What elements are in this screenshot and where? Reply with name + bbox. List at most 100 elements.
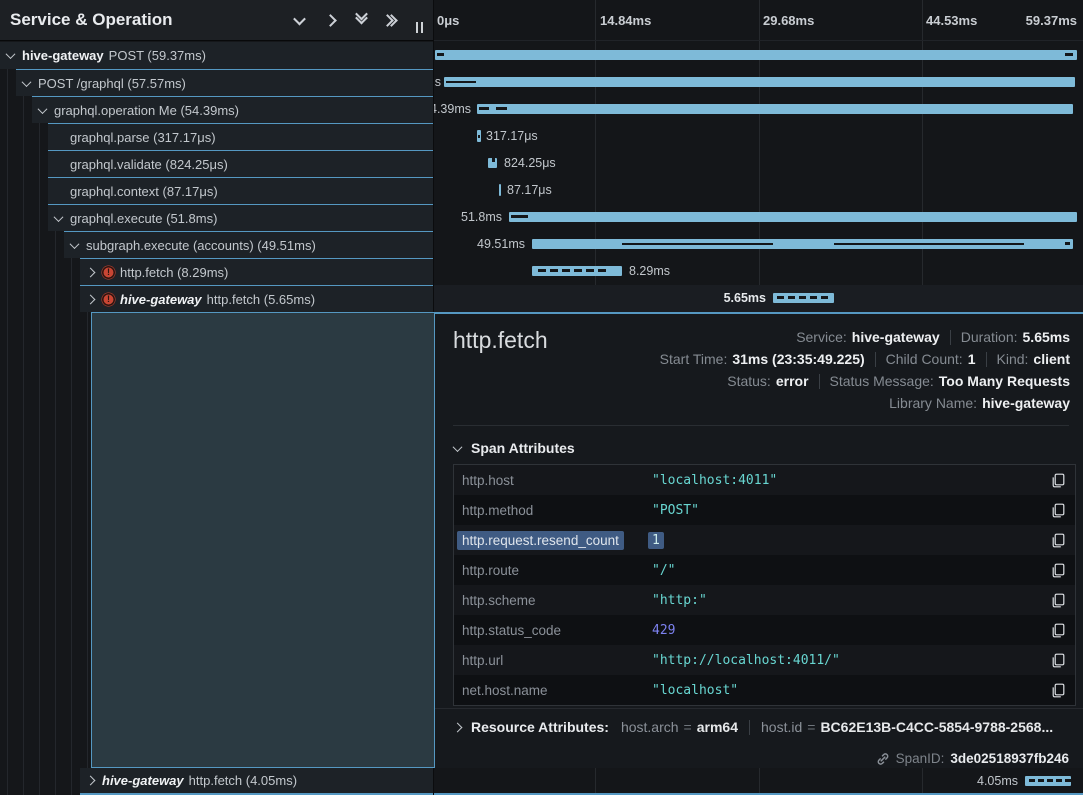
copy-icon[interactable] <box>1041 653 1075 668</box>
span-bar-row[interactable]: 317.17μs <box>434 123 1083 150</box>
drag-handle[interactable] <box>416 22 423 33</box>
span-service: hive-gateway <box>120 292 202 307</box>
span-bar[interactable] <box>1025 776 1071 786</box>
span-bar[interactable] <box>435 50 1077 60</box>
span-bar-row[interactable]: 824.25μs <box>434 150 1083 177</box>
duration-label: 8.29ms <box>629 264 670 278</box>
meta-label: Service: <box>796 329 847 345</box>
meta-label: Status Message: <box>830 373 934 389</box>
equals-sign: = <box>807 719 815 735</box>
span-bar-row[interactable]: 49.51ms <box>434 231 1083 258</box>
resource-attributes-toggle[interactable]: Resource Attributes: host.arch = arm64 h… <box>435 708 1083 735</box>
attribute-key: http.status_code <box>462 623 652 638</box>
span-bar[interactable] <box>444 77 1075 87</box>
span-attributes-table: http.host "localhost:4011" http.method "… <box>453 464 1076 706</box>
span-attributes-title: Span Attributes <box>471 440 575 456</box>
span-bar[interactable] <box>509 212 1077 222</box>
resource-value: BC62E13B-C4CC-5854-9788-2568... <box>820 719 1053 735</box>
tree-row[interactable]: graphql.execute (51.8ms) <box>48 204 433 231</box>
copy-icon[interactable] <box>1041 593 1075 608</box>
link-icon[interactable] <box>876 752 890 766</box>
tree-row[interactable]: http.fetch (8.29ms) <box>80 258 433 285</box>
span-bar-row[interactable]: 8.29ms <box>434 258 1083 285</box>
span-bar-row[interactable]: 57.57ms <box>434 69 1083 96</box>
chevron-right-icon[interactable] <box>321 11 339 29</box>
attribute-value: "localhost:4011" <box>652 473 1041 488</box>
span-bar-row[interactable]: 51.8ms <box>434 204 1083 231</box>
timeline-header: 0μs 14.84ms 29.68ms 44.53ms 59.37ms <box>434 0 1083 41</box>
trace-viewer: 0μs 14.84ms 29.68ms 44.53ms 59.37ms 59.3… <box>0 0 1083 795</box>
span-bar[interactable] <box>488 158 497 168</box>
span-bar[interactable] <box>532 266 622 276</box>
attribute-row: http.status_code 429 <box>454 615 1075 645</box>
double-chevron-right-icon[interactable] <box>383 11 401 29</box>
chevron-down-icon[interactable] <box>20 77 33 90</box>
meta-value: 31ms (23:35:49.225) <box>732 351 864 367</box>
attribute-row: http.url "http://localhost:4011/" <box>454 645 1075 675</box>
tree-row[interactable]: subgraph.execute (accounts) (49.51ms) <box>64 231 433 258</box>
span-bar[interactable] <box>773 293 834 303</box>
chevron-down-icon[interactable] <box>68 239 81 252</box>
span-bar-row[interactable]: 54.39ms <box>434 96 1083 123</box>
chevron-down-icon[interactable] <box>52 212 65 225</box>
tree-row[interactable]: graphql.operation Me (54.39ms) <box>32 96 433 123</box>
duration-label: 5.65ms <box>724 291 766 305</box>
span-attributes-toggle[interactable]: Span Attributes <box>451 440 575 456</box>
tree-row-selected[interactable]: hive-gateway http.fetch (5.65ms) <box>80 285 433 312</box>
attribute-key: http.scheme <box>462 593 652 608</box>
chevron-right-icon[interactable] <box>84 293 97 306</box>
duration-label: 317.17μs <box>486 129 538 143</box>
chevron-down-icon[interactable] <box>36 104 49 117</box>
indent-guide <box>7 42 8 795</box>
duration-label: 57.57ms <box>434 75 441 89</box>
meta-value: 1 <box>968 351 976 367</box>
timeline-pane: 0μs 14.84ms 29.68ms 44.53ms 59.37ms 59.3… <box>434 0 1083 795</box>
chevron-down-icon[interactable] <box>4 49 17 62</box>
span-bar-row[interactable]: 59.37ms <box>434 42 1083 69</box>
span-id-label: SpanID: <box>896 751 945 766</box>
copy-icon[interactable] <box>1041 683 1075 698</box>
copy-icon[interactable] <box>1041 503 1075 518</box>
attribute-row: net.host.name "localhost" <box>454 675 1075 705</box>
tree-header-title: Service & Operation <box>0 10 290 30</box>
attribute-value: "POST" <box>652 503 1041 518</box>
duration-label: 51.8ms <box>461 210 502 224</box>
copy-icon[interactable] <box>1041 473 1075 488</box>
equals-sign: = <box>684 719 692 735</box>
tree-row[interactable]: POST /graphql (57.57ms) <box>16 69 433 96</box>
tree-header: Service & Operation <box>0 0 433 41</box>
copy-icon[interactable] <box>1041 533 1075 548</box>
tree-row[interactable]: graphql.validate (824.25μs) <box>48 150 433 177</box>
span-bar[interactable] <box>477 104 1073 114</box>
tree-row[interactable]: graphql.parse (317.17μs) <box>48 123 433 150</box>
span-bar[interactable] <box>532 239 1073 249</box>
attribute-key: http.url <box>462 653 652 668</box>
attribute-row-selected: http.request.resend_count 1 <box>454 525 1075 555</box>
attribute-row: http.route "/" <box>454 555 1075 585</box>
span-operation: graphql.parse (317.17μs) <box>70 130 216 145</box>
meta-value: client <box>1033 351 1070 367</box>
tree-row[interactable]: graphql.context (87.17μs) <box>48 177 433 204</box>
chevron-right-icon[interactable] <box>84 774 97 787</box>
resource-value: arm64 <box>697 719 738 735</box>
resource-key: host.arch <box>621 719 679 735</box>
double-chevron-down-icon[interactable] <box>352 11 370 29</box>
tick-label: 14.84ms <box>600 13 651 28</box>
meta-value: hive-gateway <box>852 329 940 345</box>
span-bar-row[interactable]: 4.05ms <box>434 768 1083 795</box>
span-bar[interactable] <box>477 130 481 142</box>
span-operation: graphql.operation Me (54.39ms) <box>54 103 239 118</box>
copy-icon[interactable] <box>1041 563 1075 578</box>
chevron-down-icon[interactable] <box>290 11 308 29</box>
chevron-right-icon[interactable] <box>84 266 97 279</box>
span-bar-row-selected[interactable]: 5.65ms <box>434 285 1083 312</box>
tree-row[interactable]: hive-gateway http.fetch (4.05ms) <box>80 768 433 795</box>
tree-row[interactable]: hive-gateway POST (59.37ms) <box>0 42 433 69</box>
attribute-key: http.method <box>462 503 652 518</box>
span-bar[interactable] <box>499 184 501 196</box>
span-operation: http.fetch (5.65ms) <box>207 292 315 307</box>
span-detail-title: http.fetch <box>453 327 548 354</box>
span-bar-row[interactable]: 87.17μs <box>434 177 1083 204</box>
copy-icon[interactable] <box>1041 623 1075 638</box>
duration-label: 49.51ms <box>477 237 525 251</box>
